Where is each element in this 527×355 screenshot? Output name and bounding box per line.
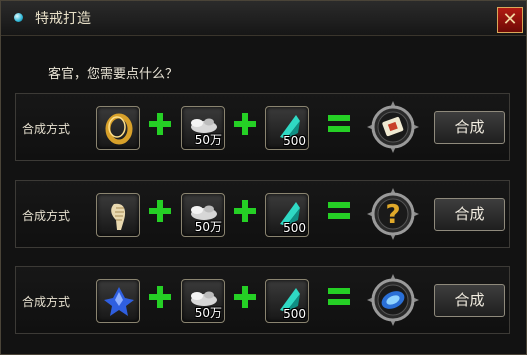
gem-quantity: 500 [283,134,306,148]
silver-quantity: 50万 [194,220,222,234]
ingredient-slot[interactable] [96,193,140,237]
recipe-label: 合成方式 [22,295,71,309]
recipe-row-1: 合成方式 50万 500 合成 [15,93,510,161]
plus-sign [149,286,171,308]
silver-quantity: 50万 [194,306,222,320]
silver-slot[interactable]: 50万 [181,279,225,323]
npc-prompt: 客官，您需要点什么？ [48,67,179,82]
recipe-row-3: 合成方式 50万 500 合成 [15,266,510,334]
plus-sign [234,200,256,222]
plus-sign [149,200,171,222]
blue-crystal-icon [104,287,134,316]
recipe-label: 合成方式 [22,122,71,136]
title-bar[interactable]: 特戒打造 ✕ [1,1,526,36]
equals-sign [328,202,350,220]
gem-quantity: 500 [283,221,306,235]
blue-orb-icon [367,274,419,326]
equals-sign [328,288,350,306]
ingredient-slot[interactable] [96,279,140,323]
close-button[interactable]: ✕ [497,7,523,33]
silver-slot[interactable]: 50万 [181,193,225,237]
gem-quantity: 500 [283,307,306,321]
equals-sign [328,115,350,133]
silver-quantity: 50万 [194,133,222,147]
gem-slot[interactable]: 500 [265,106,309,150]
recipe-row-2: 合成方式 50万 500 ? 合成 [15,180,510,248]
plus-sign [234,113,256,135]
plus-sign [149,113,171,135]
question-mark-text: ? [385,200,400,230]
recipe-label: 合成方式 [22,209,71,223]
craft-button[interactable]: 合成 [434,198,505,231]
craft-button[interactable]: 合成 [434,284,505,317]
gem-slot[interactable]: 500 [265,193,309,237]
title-gem-icon [14,13,23,22]
craft-button[interactable]: 合成 [434,111,505,144]
silver-slot[interactable]: 50万 [181,106,225,150]
gold-ring-icon [105,113,133,145]
bone-feather-icon [111,203,126,230]
scroll-icon [367,101,419,153]
window-title: 特戒打造 [35,11,91,27]
result-slot[interactable] [366,273,420,327]
question-mark-icon: ? [367,188,419,240]
gem-slot[interactable]: 500 [265,279,309,323]
ingredient-slot[interactable] [96,106,140,150]
result-slot[interactable] [366,100,420,154]
crafting-window: 特戒打造 ✕ 客官，您需要点什么？ 合成方式 50万 500 合成 合成方式 5… [0,0,527,355]
plus-sign [234,286,256,308]
result-slot[interactable]: ? [366,187,420,241]
